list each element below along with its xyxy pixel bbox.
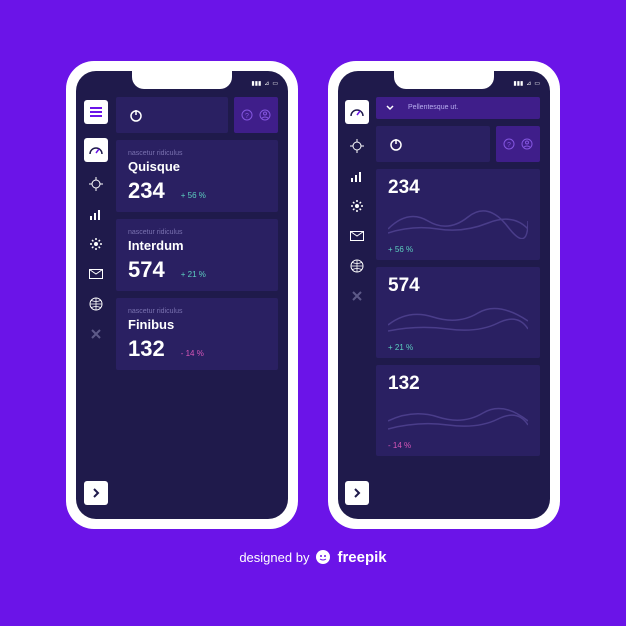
svg-text:?: ? xyxy=(507,142,511,149)
card-subtitle: nascetur ridiculus xyxy=(128,229,266,236)
card-value: 234 xyxy=(128,178,165,204)
chart-card-3[interactable]: 132 - 14 % xyxy=(376,365,540,456)
signal-icon: ▮▮▮ xyxy=(513,80,523,87)
sparkline xyxy=(388,399,528,435)
card-change: - 14 % xyxy=(181,349,204,358)
svg-text:?: ? xyxy=(245,113,249,120)
card-change: + 56 % xyxy=(181,191,206,200)
wifi-icon: ⊿ xyxy=(264,80,269,87)
globe-icon[interactable] xyxy=(88,296,104,312)
card-change: + 21 % xyxy=(181,270,206,279)
gear-icon[interactable] xyxy=(88,236,104,252)
card-change: + 56 % xyxy=(388,245,528,254)
sidebar xyxy=(76,97,116,519)
gauge-button[interactable] xyxy=(345,100,369,124)
signal-icon: ▮▮▮ xyxy=(251,80,261,87)
battery-icon: ▭ xyxy=(272,80,278,87)
main-content: ? nascetur ridiculus Quisque 234 + 56 % xyxy=(116,97,288,519)
bars-icon[interactable] xyxy=(88,206,104,222)
chart-card-2[interactable]: 574 + 21 % xyxy=(376,267,540,358)
notch xyxy=(394,71,494,89)
card-change: - 14 % xyxy=(388,441,528,450)
attribution-brand: freepik xyxy=(337,549,386,566)
next-button[interactable] xyxy=(345,481,369,505)
bars-icon[interactable] xyxy=(349,168,365,184)
stat-card-finibus[interactable]: nascetur ridiculus Finibus 132 - 14 % xyxy=(116,298,278,370)
freepik-logo-icon xyxy=(315,549,331,565)
phone-right: ▮▮▮ ⊿ ▭ xyxy=(328,61,560,529)
help-box[interactable]: ? xyxy=(496,126,540,162)
notch xyxy=(132,71,232,89)
mail-icon[interactable] xyxy=(349,228,365,244)
card-subtitle: nascetur ridiculus xyxy=(128,150,266,157)
sidebar xyxy=(338,97,376,519)
close-icon[interactable] xyxy=(88,326,104,342)
target-icon[interactable] xyxy=(349,138,365,154)
main-content: Pellentesque ut. ? 234 xyxy=(376,97,550,519)
gear-icon[interactable] xyxy=(349,198,365,214)
card-value: 234 xyxy=(388,177,528,199)
user-icon xyxy=(259,109,271,121)
attribution: designed by freepik xyxy=(239,549,386,566)
card-value: 132 xyxy=(128,336,165,362)
phone-left: ▮▮▮ ⊿ ▭ xyxy=(66,61,298,529)
dropdown[interactable]: Pellentesque ut. xyxy=(376,97,540,119)
user-icon xyxy=(521,138,533,150)
card-value: 574 xyxy=(388,275,528,297)
card-value: 132 xyxy=(388,373,528,395)
help-box[interactable]: ? xyxy=(234,97,278,133)
card-title: Quisque xyxy=(128,159,266,174)
help-icon: ? xyxy=(503,138,515,150)
stat-card-quisque[interactable]: nascetur ridiculus Quisque 234 + 56 % xyxy=(116,140,278,212)
next-button[interactable] xyxy=(84,481,108,505)
sparkline xyxy=(388,203,528,239)
wifi-icon: ⊿ xyxy=(526,80,531,87)
mail-icon[interactable] xyxy=(88,266,104,282)
card-value: 574 xyxy=(128,257,165,283)
globe-icon[interactable] xyxy=(349,258,365,274)
dropdown-label: Pellentesque ut. xyxy=(408,104,458,111)
phone-mockups: ▮▮▮ ⊿ ▭ xyxy=(66,61,560,529)
card-title: Finibus xyxy=(128,317,266,332)
power-button[interactable] xyxy=(376,126,490,162)
card-change: + 21 % xyxy=(388,343,528,352)
help-icon: ? xyxy=(241,109,253,121)
chart-card-1[interactable]: 234 + 56 % xyxy=(376,169,540,260)
sparkline xyxy=(388,301,528,337)
close-icon[interactable] xyxy=(349,288,365,304)
stat-card-interdum[interactable]: nascetur ridiculus Interdum 574 + 21 % xyxy=(116,219,278,291)
card-title: Interdum xyxy=(128,238,266,253)
menu-button[interactable] xyxy=(84,100,108,124)
card-subtitle: nascetur ridiculus xyxy=(128,308,266,315)
battery-icon: ▭ xyxy=(534,80,540,87)
target-icon[interactable] xyxy=(88,176,104,192)
chevron-down-icon xyxy=(386,105,394,111)
attribution-text: designed by xyxy=(239,550,309,565)
power-button[interactable] xyxy=(116,97,228,133)
gauge-button[interactable] xyxy=(84,138,108,162)
